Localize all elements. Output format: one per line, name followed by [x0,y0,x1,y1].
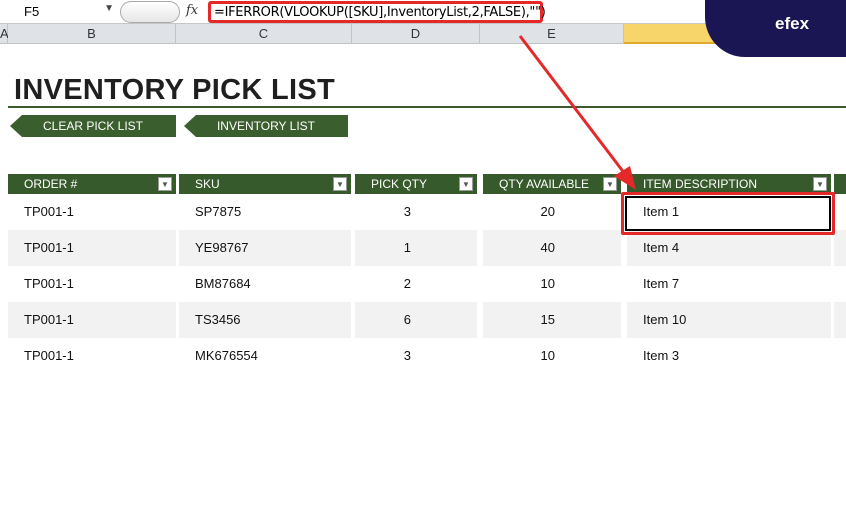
annotation-arrow [518,35,636,190]
